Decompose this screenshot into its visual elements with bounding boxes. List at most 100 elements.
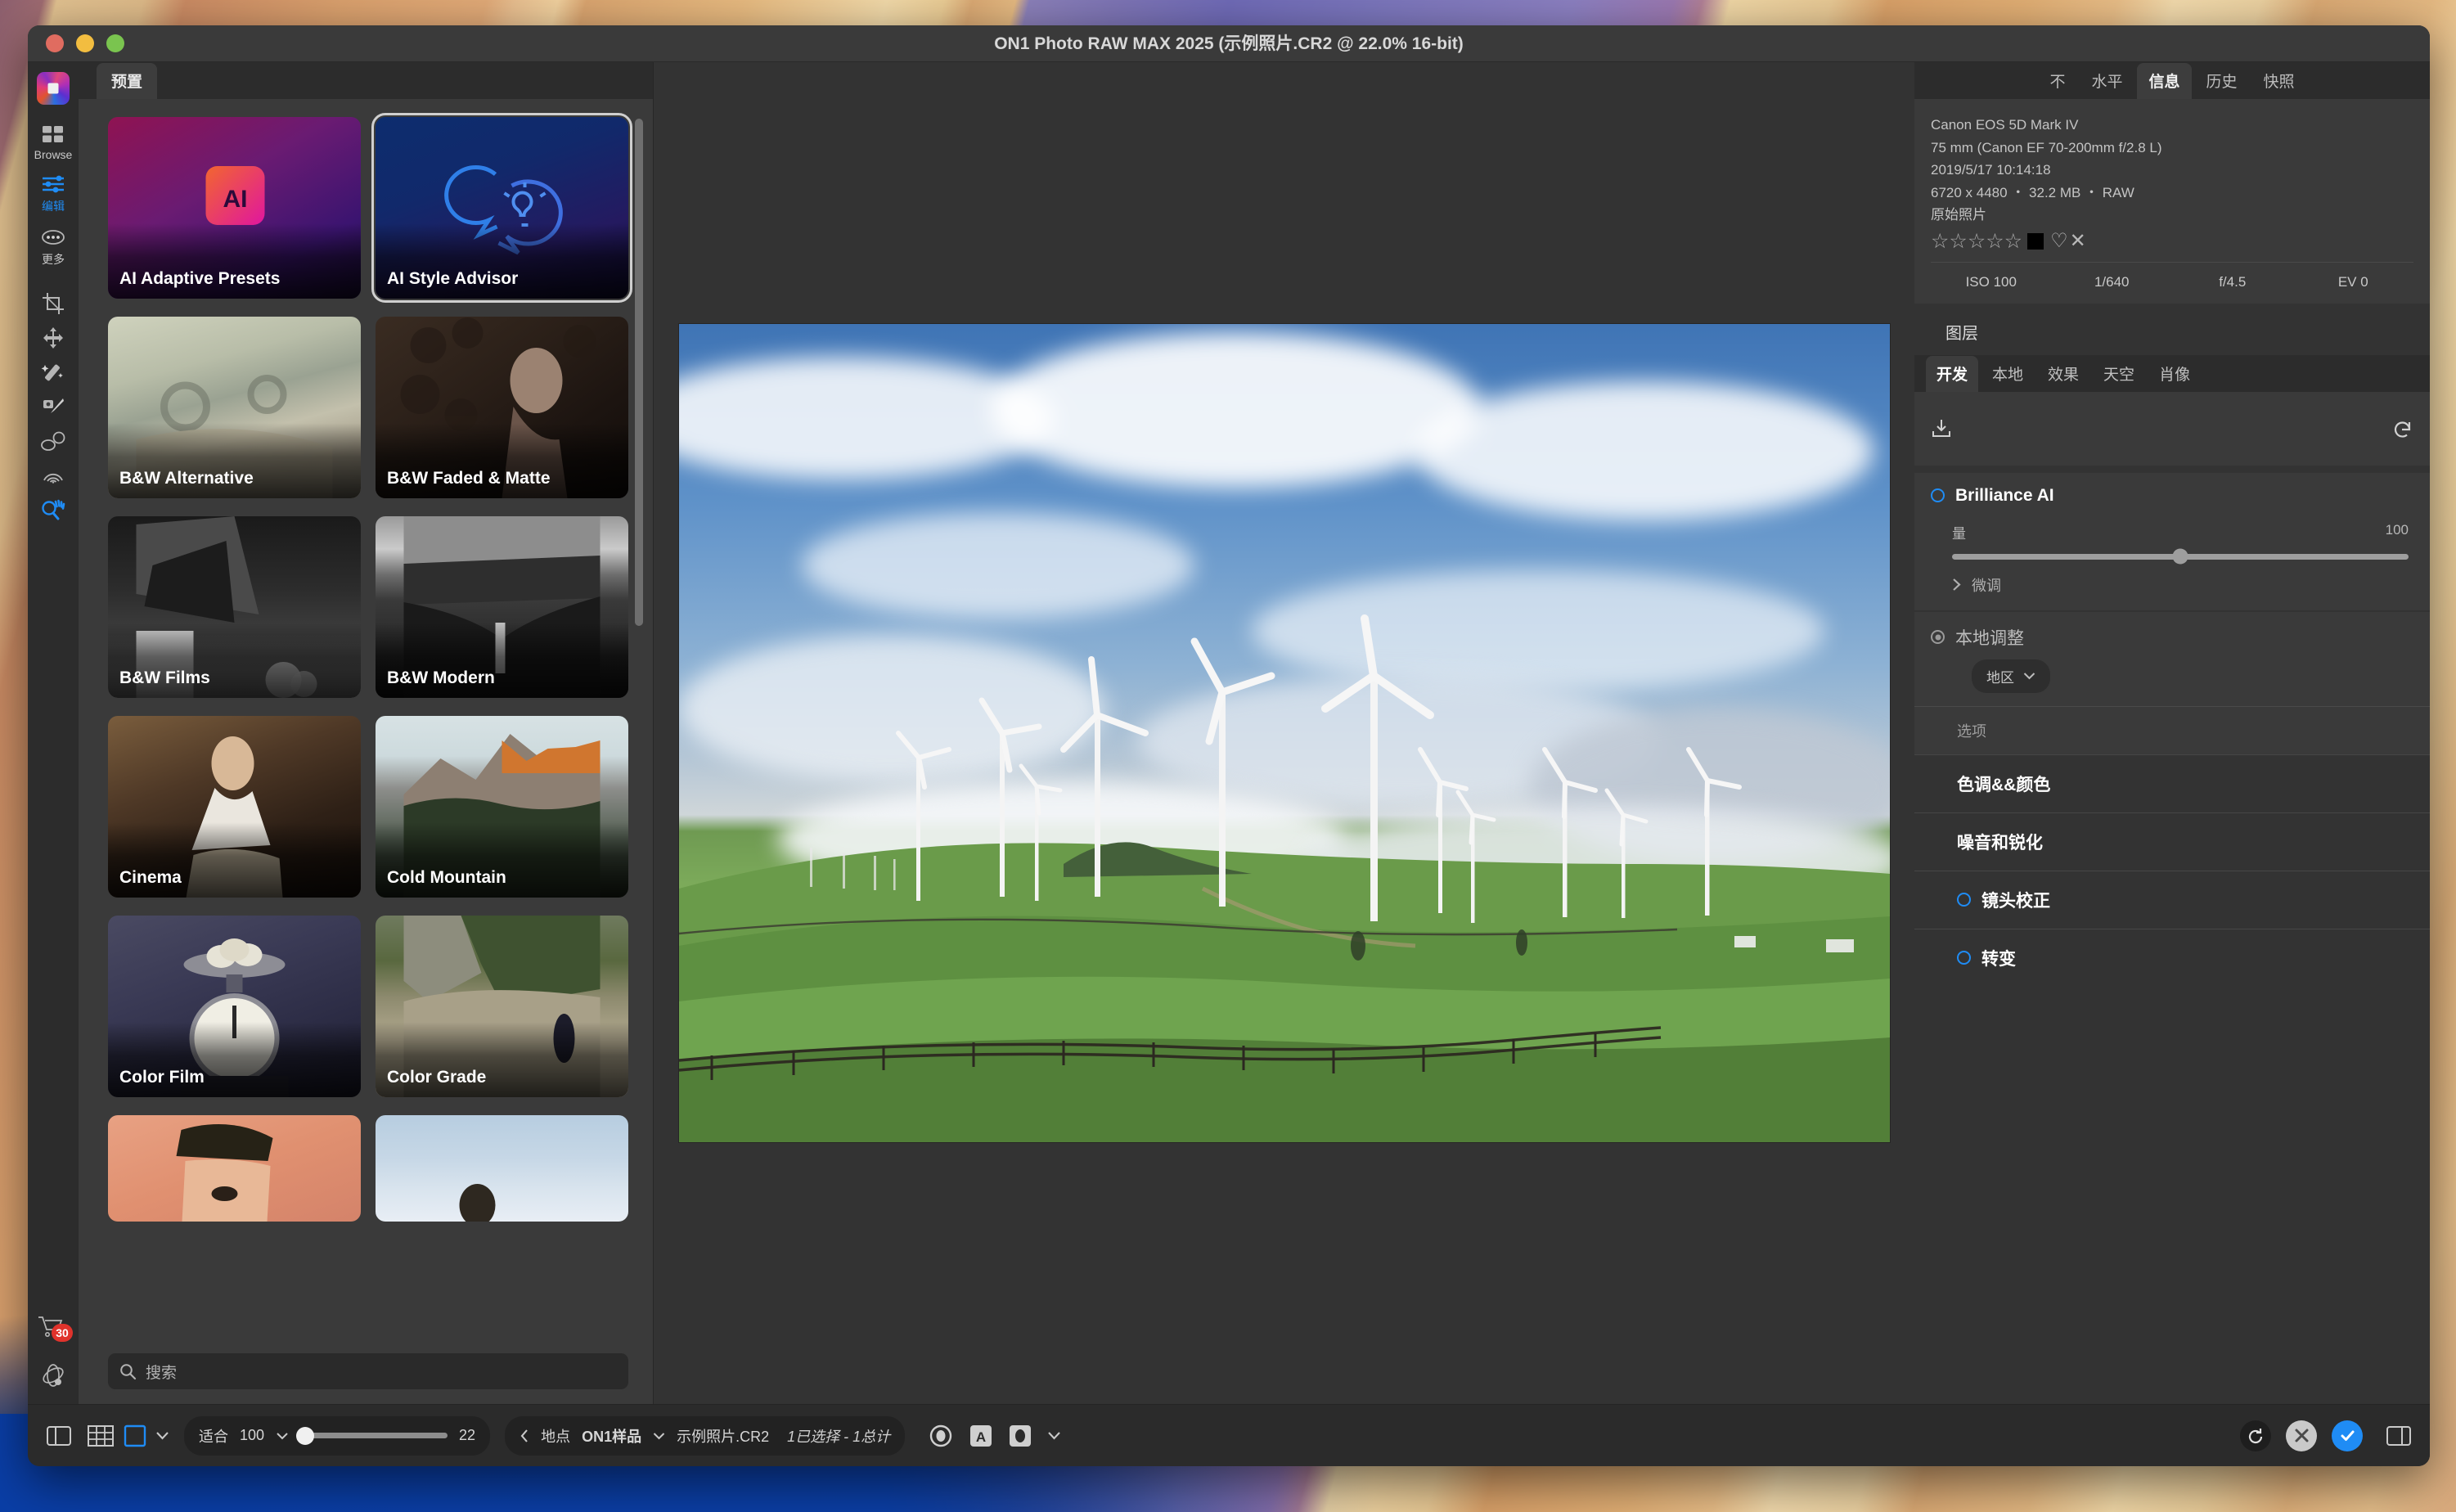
- preset-card[interactable]: B&W Faded & Matte: [376, 317, 628, 498]
- preset-card[interactable]: Color Film: [108, 916, 361, 1097]
- zoom-slider-track[interactable]: [300, 1433, 448, 1438]
- preset-card[interactable]: B&W Alternative: [108, 317, 361, 498]
- search-icon: [119, 1363, 137, 1380]
- done-button[interactable]: [2332, 1420, 2363, 1451]
- camera-model: Canon EOS 5D Mark IV: [1931, 114, 2413, 137]
- section-noise-sharpen[interactable]: 噪音和锐化: [1914, 812, 2430, 871]
- tab-effects[interactable]: 效果: [2037, 356, 2089, 392]
- local-adjust-radio-icon[interactable]: [1931, 630, 1945, 644]
- tab-sky[interactable]: 天空: [2093, 356, 2145, 392]
- preset-card[interactable]: [108, 1115, 361, 1222]
- zoom-slider-knob[interactable]: [296, 1427, 314, 1445]
- brilliance-ai-header[interactable]: Brilliance AI: [1914, 473, 2430, 511]
- presets-scrollbar[interactable]: [635, 119, 643, 626]
- brush-tool[interactable]: [39, 395, 67, 418]
- fit-value[interactable]: 100: [240, 1427, 264, 1444]
- move-icon: [39, 326, 67, 349]
- retouch-tool[interactable]: [39, 361, 67, 384]
- move-tool[interactable]: [39, 326, 67, 349]
- tab-level[interactable]: 水平: [2080, 63, 2134, 99]
- image-canvas[interactable]: [654, 62, 1914, 1404]
- preset-card[interactable]: Cinema: [108, 716, 361, 898]
- amount-slider-knob[interactable]: [2173, 549, 2188, 565]
- x-icon: [2294, 1428, 2310, 1443]
- tab-develop[interactable]: 开发: [1926, 356, 1978, 392]
- enable-toggle-ring-icon[interactable]: [1957, 893, 1971, 907]
- preset-card[interactable]: B&W Films: [108, 516, 361, 698]
- amount-slider-block: 量 100: [1914, 511, 2430, 566]
- fingerprint-icon: [39, 464, 67, 487]
- crop-tool[interactable]: [39, 292, 67, 315]
- preset-card[interactable]: Color Grade: [376, 916, 628, 1097]
- like-heart-icon[interactable]: ♡: [2050, 232, 2068, 251]
- enable-toggle-ring-icon[interactable]: [1957, 951, 1971, 965]
- chevron-left-icon[interactable]: [520, 1429, 529, 1443]
- section-lens-correction[interactable]: 镜头校正: [1914, 871, 2430, 929]
- grid-view-icon[interactable]: [87, 1424, 115, 1448]
- amount-slider-track[interactable]: [1952, 554, 2409, 560]
- star-rating-icon[interactable]: ☆☆☆☆☆: [1931, 232, 2022, 252]
- tab-local[interactable]: 本地: [1981, 356, 2034, 392]
- reject-x-icon[interactable]: ✕: [2070, 232, 2086, 251]
- sliders-icon: [39, 173, 67, 196]
- location-label: 地点: [541, 1425, 570, 1447]
- chevron-down-icon[interactable]: [1047, 1431, 1061, 1440]
- cancel-button[interactable]: [2286, 1420, 2317, 1451]
- tab-info[interactable]: 信息: [2137, 63, 2191, 99]
- search-input[interactable]: 搜索: [108, 1353, 628, 1389]
- chevron-down-icon[interactable]: [155, 1431, 169, 1440]
- preset-card[interactable]: B&W Modern: [376, 516, 628, 698]
- brilliance-ai-title: Brilliance AI: [1955, 486, 2054, 506]
- fit-label[interactable]: 适合: [199, 1425, 228, 1447]
- retouch-wand-icon: [39, 361, 67, 384]
- sidebar-item-edit[interactable]: 编辑: [39, 173, 67, 214]
- sidebar-item-browse[interactable]: Browse: [34, 123, 73, 161]
- left-panel-toggle-button[interactable]: [46, 1424, 72, 1447]
- ground-layer: [679, 324, 1890, 1142]
- eye-compare-icon[interactable]: [928, 1423, 954, 1449]
- tab-history[interactable]: 历史: [2195, 63, 2249, 99]
- capture-datetime: 2019/5/17 10:14:18: [1931, 159, 2413, 182]
- preset-caption: B&W Alternative: [108, 423, 361, 498]
- reset-button[interactable]: [2240, 1420, 2271, 1451]
- tab-snapshot[interactable]: 快照: [2252, 63, 2306, 99]
- fine-tune-row[interactable]: 微调: [1914, 566, 2430, 610]
- preset-card[interactable]: Cold Mountain: [376, 716, 628, 898]
- save-preset-button[interactable]: [1931, 418, 1952, 439]
- right-panel-toggle-button[interactable]: [2386, 1424, 2412, 1447]
- preset-card[interactable]: AI AI Adaptive Presets: [108, 117, 361, 299]
- color-label-swatch[interactable]: [2027, 233, 2044, 250]
- save-preset-icon: [1931, 418, 1952, 439]
- section-tone-color[interactable]: 色调&&颜色: [1914, 754, 2430, 812]
- region-dropdown[interactable]: 地区: [1972, 659, 2050, 693]
- section-label: 转变: [1981, 946, 2016, 970]
- local-adjust-header[interactable]: 本地调整: [1914, 612, 2430, 655]
- preset-card[interactable]: [376, 1115, 628, 1222]
- zoom-pan-tool[interactable]: [39, 498, 67, 521]
- enable-toggle-ring-icon[interactable]: [1931, 488, 1945, 502]
- chevron-down-icon[interactable]: [276, 1432, 289, 1440]
- cart-badge: 30: [52, 1324, 73, 1342]
- soft-proof-icon[interactable]: [1008, 1424, 1032, 1448]
- dust-spot-tool[interactable]: [39, 464, 67, 487]
- options-row[interactable]: 选项: [1914, 706, 2430, 754]
- local-adjust-title: 本地调整: [1955, 625, 2024, 650]
- single-view-icon[interactable]: [123, 1424, 147, 1448]
- tab-portrait[interactable]: 肖像: [2148, 356, 2201, 392]
- preset-card[interactable]: AI Style Advisor: [376, 117, 628, 299]
- preset-label: AI Style Advisor: [387, 269, 518, 289]
- cart-button[interactable]: 30: [37, 1314, 70, 1342]
- section-transform[interactable]: 转变: [1914, 929, 2430, 987]
- reset-develop-button[interactable]: [2392, 418, 2413, 439]
- tab-none[interactable]: 不: [2038, 63, 2076, 99]
- right-panel: 不 水平 信息 历史 快照 Canon EOS 5D Mark IV 75 mm…: [1914, 62, 2430, 1404]
- chevron-right-icon: [1952, 578, 1963, 592]
- folder-name[interactable]: ON1样品: [582, 1425, 641, 1447]
- sidebar-item-more[interactable]: 更多: [39, 226, 67, 268]
- preset-thumbnail-art: [108, 1115, 361, 1222]
- mask-tool[interactable]: [39, 430, 67, 452]
- letter-a-icon[interactable]: A: [969, 1424, 993, 1448]
- tab-presets[interactable]: 预置: [97, 63, 157, 99]
- chevron-down-icon[interactable]: [653, 1432, 665, 1440]
- extras-button[interactable]: [39, 1361, 67, 1389]
